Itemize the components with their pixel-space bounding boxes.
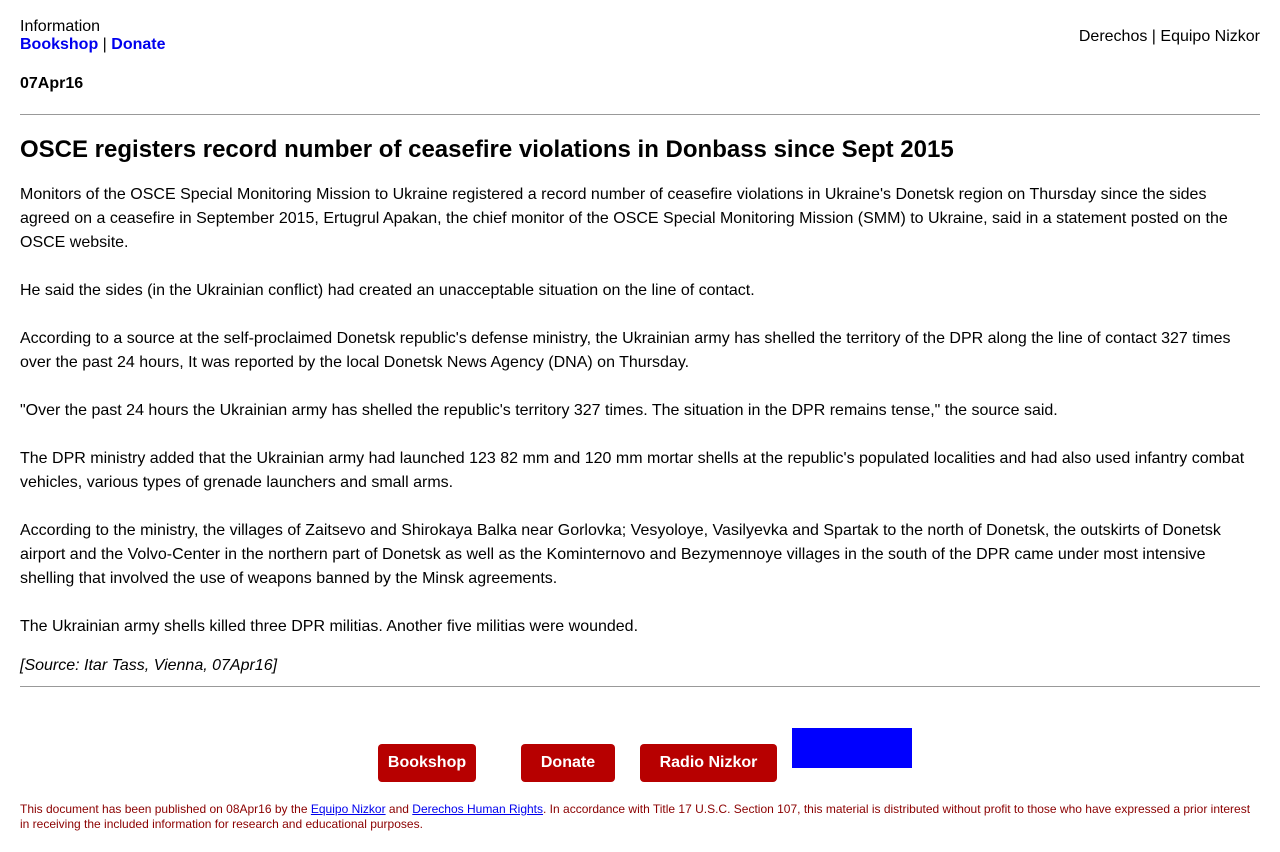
bookshop-link[interactable]: Bookshop xyxy=(20,36,98,53)
footer-text: This document has been published on 08Ap… xyxy=(20,802,311,816)
info-label: Information xyxy=(20,18,101,35)
article-source: [Source: Itar Tass, Vienna, 07Apr16] xyxy=(20,657,278,674)
bookshop-button[interactable]: Bookshop xyxy=(378,744,476,782)
article-paragraph: He said the sides (in the Ukrainian conf… xyxy=(20,282,755,299)
footer-notice: This document has been published on 08Ap… xyxy=(20,802,1260,832)
top-nav: Information Bookshop | Donate xyxy=(20,18,166,54)
radio-nizkor-button[interactable]: Radio Nizkor xyxy=(640,744,777,782)
page: Information Bookshop | Donate Derechos |… xyxy=(20,0,1260,831)
link-separator: | xyxy=(102,36,107,53)
article-paragraph: "Over the past 24 hours the Ukrainian ar… xyxy=(20,402,1058,419)
equipo-nizkor-link[interactable]: Equipo Nizkor xyxy=(311,802,386,816)
article-paragraph: The Ukrainian army shells killed three D… xyxy=(20,618,639,635)
site-name: Derechos | Equipo Nizkor xyxy=(1078,28,1260,45)
button-row: Bookshop Donate Radio Nizkor xyxy=(20,728,1260,784)
top-bar: Information Bookshop | Donate Derechos |… xyxy=(20,0,1260,60)
top-links: Bookshop | Donate xyxy=(20,36,166,54)
article-date: 07Apr16 xyxy=(20,75,84,92)
article-paragraph: According to the ministry, the villages … xyxy=(20,522,1221,587)
bottom-divider xyxy=(20,686,1260,687)
article-title: OSCE registers record number of ceasefir… xyxy=(20,136,954,163)
derechos-link[interactable]: Derechos Human Rights xyxy=(412,802,543,816)
article-paragraph: According to a source at the self-procla… xyxy=(20,330,1231,371)
blue-banner[interactable] xyxy=(792,728,912,768)
donate-button[interactable]: Donate xyxy=(521,744,615,782)
article-paragraph: Monitors of the OSCE Special Monitoring … xyxy=(20,186,1228,251)
footer-text: and xyxy=(385,802,413,816)
top-divider xyxy=(20,114,1260,115)
article-body: Monitors of the OSCE Special Monitoring … xyxy=(20,183,1260,663)
article-paragraph: The DPR ministry added that the Ukrainia… xyxy=(20,450,1245,491)
donate-link[interactable]: Donate xyxy=(111,36,165,53)
